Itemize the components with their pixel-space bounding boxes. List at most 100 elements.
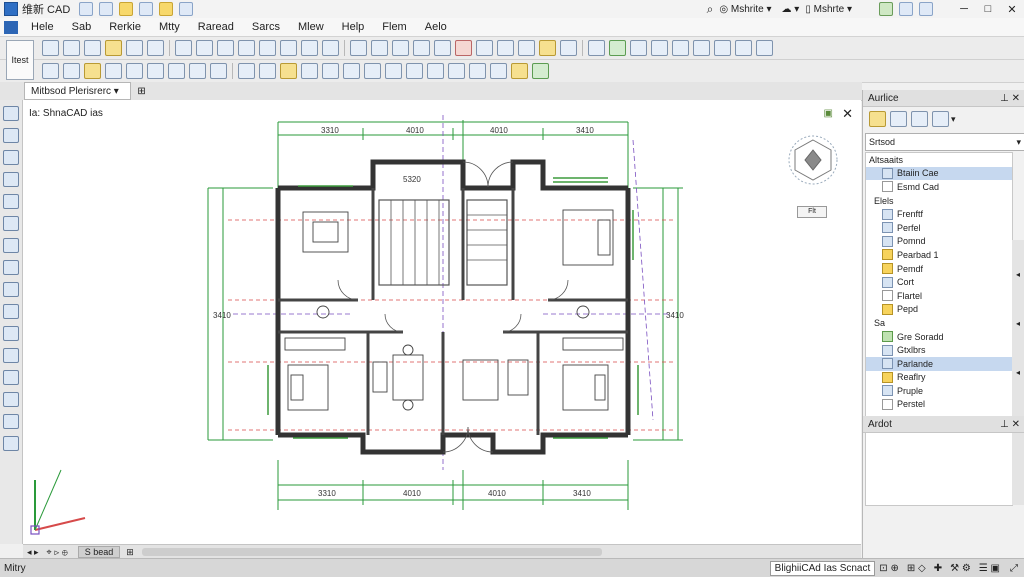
dim-aligned-icon[interactable] — [63, 63, 80, 79]
layer-color-swatch[interactable] — [882, 290, 893, 302]
layer-color-swatch[interactable] — [882, 344, 893, 356]
offset-tool-icon[interactable] — [350, 40, 367, 56]
mtext-icon[interactable] — [3, 436, 19, 451]
mirror-tool-icon[interactable] — [238, 40, 255, 56]
status-snap-icon[interactable]: ⊡ ⊕ — [879, 563, 899, 574]
spline-tool-icon[interactable] — [322, 63, 339, 79]
revcloud-tool-icon[interactable] — [490, 63, 507, 79]
draw-rectangle-icon[interactable] — [3, 172, 19, 187]
leader-tool-icon[interactable] — [518, 40, 535, 56]
layer-list-item[interactable]: Esmd Cad — [866, 180, 1012, 194]
layer-list-item[interactable]: Gre Soradd — [866, 330, 1012, 344]
pin-tool-icon[interactable] — [532, 63, 549, 79]
panel-footer-pin-icon[interactable]: ⊥ ✕ — [1000, 419, 1020, 430]
layer-color-swatch[interactable] — [882, 263, 893, 275]
region-icon[interactable] — [3, 392, 19, 407]
draw-spline-icon[interactable] — [3, 238, 19, 253]
region-tool-icon[interactable] — [406, 63, 423, 79]
dim-angular-icon[interactable] — [84, 63, 101, 79]
layer-list-item[interactable]: Parlande — [866, 356, 1012, 371]
layer-color-swatch[interactable] — [882, 331, 893, 343]
close-button[interactable]: ✕ — [1000, 1, 1024, 17]
layer-list-item[interactable]: Pomnd — [866, 235, 1012, 249]
minimize-button[interactable]: ─ — [952, 1, 976, 17]
fillet-tool-icon[interactable] — [371, 40, 388, 56]
save-icon[interactable] — [119, 2, 134, 16]
status-ortho-icon[interactable]: ✚ — [934, 563, 942, 574]
layer-color-swatch[interactable] — [882, 303, 893, 315]
dim-linear-icon[interactable] — [42, 63, 59, 79]
layer-color-swatch[interactable] — [882, 371, 893, 383]
text-tool-icon[interactable] — [476, 40, 493, 56]
tree-root[interactable]: Altsaaits — [866, 153, 1012, 167]
share-icon[interactable] — [879, 2, 893, 16]
snap-icon[interactable] — [735, 40, 752, 56]
ray-tool-icon[interactable] — [385, 63, 402, 79]
panel-scrollbar[interactable]: ◂ ◂ ◂ — [1012, 240, 1024, 505]
scale-tool-icon[interactable] — [259, 40, 276, 56]
rectangle-tool-icon[interactable] — [126, 40, 143, 56]
panel-pin-icon[interactable]: ⊥ ✕ — [1000, 93, 1020, 104]
new-file-icon[interactable] — [79, 2, 94, 16]
dim-continue-icon[interactable] — [168, 63, 185, 79]
horizontal-scrollbar[interactable] — [141, 548, 602, 556]
layer-list-item[interactable]: Btaiin Cae — [866, 166, 1012, 181]
make-block-icon[interactable] — [3, 304, 19, 319]
panel-search-field[interactable]: Srtsod ▾ — [865, 133, 1024, 151]
layer-tool-icon[interactable] — [588, 40, 605, 56]
status-tools-icon[interactable]: ⚒ ⚙ — [950, 563, 971, 574]
pan-icon[interactable] — [672, 40, 689, 56]
draw-ellipse-icon[interactable] — [3, 260, 19, 275]
menu-item-4[interactable]: Mtty — [150, 21, 189, 33]
menu-item-1[interactable]: Hele — [22, 21, 63, 33]
stretch-tool-icon[interactable] — [280, 40, 297, 56]
measure-area-icon[interactable] — [259, 63, 276, 79]
layer-list-item[interactable]: Sa — [866, 316, 1012, 330]
chamfer-tool-icon[interactable] — [392, 40, 409, 56]
boundary-tool-icon[interactable] — [448, 63, 465, 79]
hatch-icon[interactable] — [3, 348, 19, 363]
dim-edit-icon[interactable] — [210, 63, 227, 79]
layer-color-swatch[interactable] — [882, 181, 893, 193]
menu-item-7[interactable]: Mlew — [289, 21, 333, 33]
search-icon[interactable]: ⌕ — [707, 2, 714, 17]
user-icon[interactable] — [899, 2, 913, 16]
layer-color-swatch[interactable] — [882, 235, 893, 247]
zoom-icon[interactable] — [651, 40, 668, 56]
move-tool-icon[interactable] — [175, 40, 192, 56]
drawing-canvas[interactable]: Ia: ShnaCAD ias ✕ ▣ 3310 4010 4010 3410 … — [23, 100, 861, 544]
ortho-icon[interactable] — [756, 40, 773, 56]
layer-color-swatch[interactable] — [882, 208, 893, 220]
layer-list-item[interactable]: Gtxlbrs — [866, 343, 1012, 357]
layer-list-item[interactable]: Flartel — [866, 289, 1012, 303]
document-tab[interactable]: Mitbsod Plerisrerc ▾ — [24, 82, 132, 100]
highlight-tool-icon[interactable] — [511, 63, 528, 79]
title-right-item-1[interactable]: Mshrite — [731, 4, 764, 15]
menu-item-3[interactable]: Rerkie — [100, 21, 150, 33]
xline-tool-icon[interactable] — [364, 63, 381, 79]
large-tool-button[interactable]: Itest — [6, 40, 34, 80]
panel-save-icon[interactable] — [890, 111, 907, 127]
orbit-icon[interactable] — [693, 40, 710, 56]
panel-more-icon[interactable]: ▾ — [951, 114, 956, 125]
circle-tool-icon[interactable] — [84, 40, 101, 56]
panel-list-icon[interactable] — [911, 111, 928, 127]
new-tab-icon[interactable]: ⊞ — [137, 86, 145, 97]
table-icon[interactable] — [3, 414, 19, 429]
ellipse-tool-icon[interactable] — [343, 63, 360, 79]
rotate-tool-icon[interactable] — [217, 40, 234, 56]
measure-distance-icon[interactable] — [238, 63, 255, 79]
layer-color-swatch[interactable] — [882, 167, 893, 179]
menu-item-8[interactable]: Help — [333, 21, 374, 33]
copy-tool-icon[interactable] — [196, 40, 213, 56]
layout-tab[interactable]: S bead — [77, 546, 121, 558]
block-tool-icon[interactable] — [539, 40, 556, 56]
layer-color-swatch[interactable] — [882, 398, 893, 410]
panel-settings-icon[interactable] — [932, 111, 949, 127]
nav-first-icon[interactable]: ◂ ▸ — [27, 547, 39, 558]
gradient-icon[interactable] — [3, 370, 19, 385]
layer-color-swatch[interactable] — [882, 249, 893, 261]
array-tool-icon[interactable] — [413, 40, 430, 56]
arc-tool-icon[interactable] — [105, 40, 122, 56]
extend-tool-icon[interactable] — [322, 40, 339, 56]
